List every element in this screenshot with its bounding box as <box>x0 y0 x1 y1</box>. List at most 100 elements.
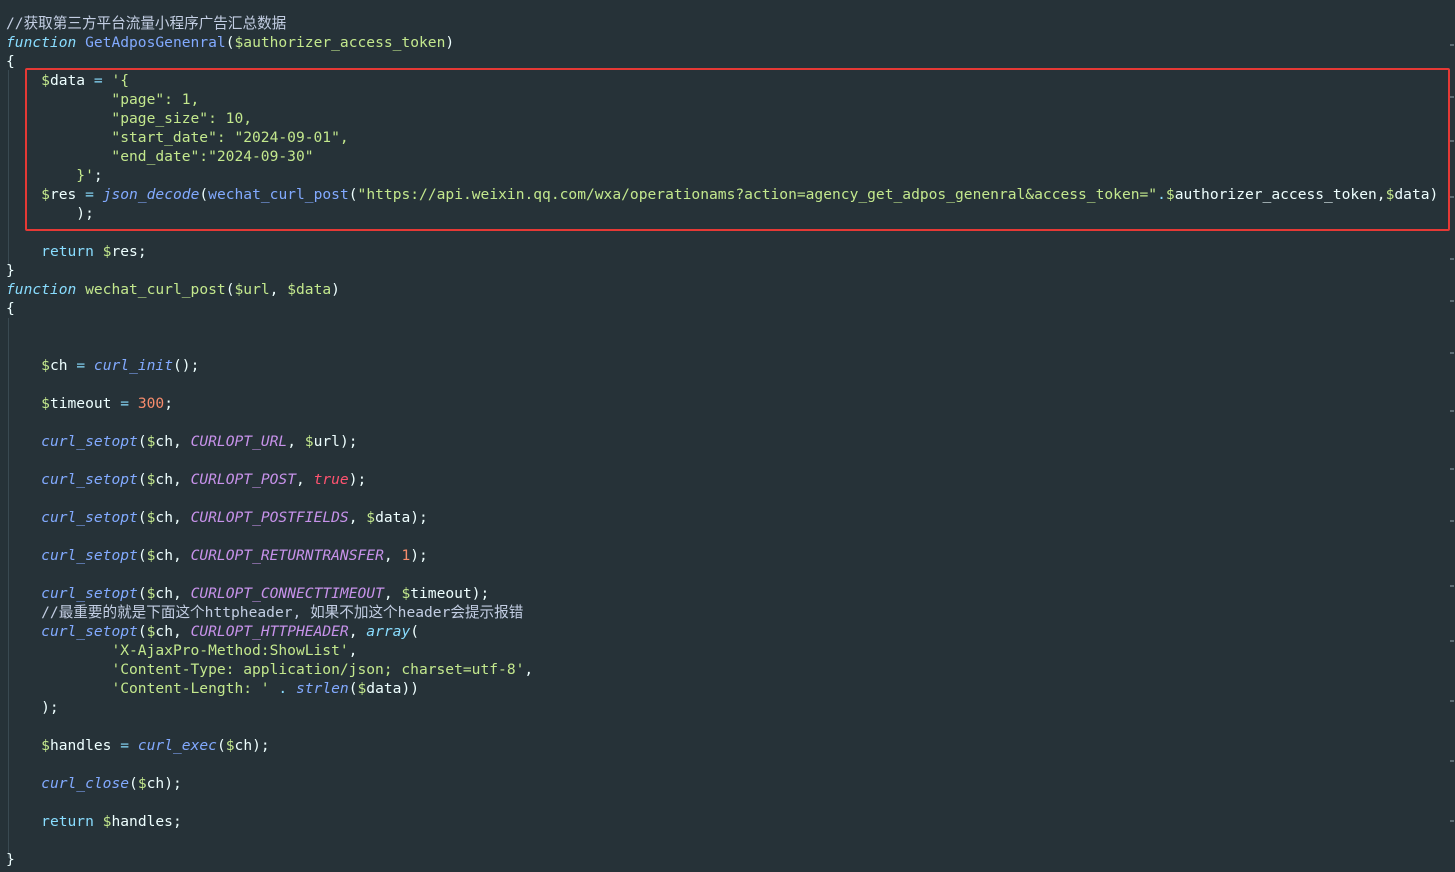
code-line[interactable]: //最重要的就是下面这个httpheader, 如果不加这个header会提示报… <box>6 603 1438 622</box>
scroll-marker <box>1450 760 1454 762</box>
code-token: , <box>524 661 534 678</box>
scroll-marker <box>1450 196 1454 198</box>
code-line[interactable] <box>6 337 1438 356</box>
code-token: data <box>296 281 332 298</box>
code-token: function <box>6 281 77 298</box>
code-line[interactable]: curl_setopt($ch, CURLOPT_POST, true); <box>6 470 1438 489</box>
code-line[interactable]: 'Content-Type: application/json; charset… <box>6 660 1438 679</box>
code-token: CURLOPT_CONNECTTIMEOUT <box>190 585 384 602</box>
code-line[interactable] <box>6 831 1438 850</box>
code-line[interactable]: return $handles; <box>6 812 1438 831</box>
code-token: ch <box>146 775 165 792</box>
code-line[interactable]: curl_setopt($ch, CURLOPT_URL, $url); <box>6 432 1438 451</box>
code-line[interactable]: { <box>6 299 1438 318</box>
code-token: //最重要的就是下面这个httpheader, 如果不加这个header会提示报… <box>6 604 524 621</box>
code-line[interactable]: 'X-AjaxPro-Method:ShowList', <box>6 641 1438 660</box>
code-line[interactable]: curl_setopt($ch, CURLOPT_POSTFIELDS, $da… <box>6 508 1438 527</box>
code-token: 'Content-Type: application/json; charset… <box>111 661 525 678</box>
scroll-marker <box>1450 300 1454 302</box>
code-token: ); <box>471 585 490 602</box>
scroll-marker <box>1450 44 1454 46</box>
code-line[interactable] <box>6 565 1438 584</box>
code-token: , <box>172 471 191 488</box>
code-token: data <box>366 680 402 697</box>
code-token: = <box>120 737 130 754</box>
code-token: ); <box>348 471 367 488</box>
code-line[interactable] <box>6 527 1438 546</box>
code-token: return <box>41 813 94 830</box>
code-token: ( <box>137 623 147 640</box>
code-token: , <box>348 623 367 640</box>
code-token: $ <box>41 737 50 754</box>
code-line[interactable] <box>6 375 1438 394</box>
code-line[interactable]: function GetAdposGenenral($authorizer_ac… <box>6 33 1438 52</box>
code-line[interactable] <box>6 318 1438 337</box>
code-line[interactable]: $ch = curl_init(); <box>6 356 1438 375</box>
code-line[interactable]: curl_setopt($ch, CURLOPT_HTTPHEADER, arr… <box>6 622 1438 641</box>
code-token: , <box>172 623 191 640</box>
code-editor[interactable]: //获取第三方平台流量小程序广告汇总数据 function GetAdposGen… <box>0 0 1455 872</box>
code-token: 300 <box>137 395 165 412</box>
code-token: $ <box>304 433 314 450</box>
code-token: { <box>6 53 15 70</box>
code-token: ( <box>137 471 147 488</box>
code-line[interactable]: curl_close($ch); <box>6 774 1438 793</box>
code-line[interactable]: ); <box>6 698 1438 717</box>
code-line[interactable]: function wechat_curl_post($url, $data) <box>6 280 1438 299</box>
code-line[interactable]: curl_setopt($ch, CURLOPT_RETURNTRANSFER,… <box>6 546 1438 565</box>
code-line[interactable] <box>6 451 1438 470</box>
code-token: ; <box>172 813 182 830</box>
code-line[interactable]: 'Content-Length: ' . strlen($data)) <box>6 679 1438 698</box>
code-token: return <box>41 243 94 260</box>
code-line[interactable]: //获取第三方平台流量小程序广告汇总数据 <box>6 14 1438 33</box>
code-token: ch <box>155 585 173 602</box>
code-line[interactable] <box>6 755 1438 774</box>
code-line[interactable]: $timeout = 300; <box>6 394 1438 413</box>
code-token: curl_setopt <box>41 585 138 602</box>
code-line[interactable]: return $res; <box>6 242 1438 261</box>
code-token: { <box>6 300 15 317</box>
code-token: curl_setopt <box>41 623 138 640</box>
code-token: , <box>348 642 358 659</box>
code-token: CURLOPT_URL <box>190 433 288 450</box>
code-line[interactable] <box>6 717 1438 736</box>
code-token: } <box>6 851 15 868</box>
scroll-marker <box>1450 700 1454 702</box>
code-line[interactable]: $handles = curl_exec($ch); <box>6 736 1438 755</box>
code-token: (); <box>173 357 200 374</box>
code-token: ch <box>49 357 68 374</box>
code-token: ); <box>410 547 428 564</box>
code-token: $ <box>41 357 50 374</box>
scroll-marker <box>1450 140 1454 142</box>
code-token: , <box>172 585 191 602</box>
code-token: ( <box>129 775 138 792</box>
code-line[interactable]: } <box>6 261 1438 280</box>
code-token: data <box>375 509 411 526</box>
code-line[interactable] <box>6 793 1438 812</box>
scrollbar-markers[interactable] <box>1449 0 1455 872</box>
code-token: function <box>6 34 77 51</box>
code-token: , <box>172 509 191 526</box>
code-line[interactable]: curl_setopt($ ch, CURLOPT_CONNECTTIMEOUT,… <box>6 584 1438 603</box>
code-line[interactable] <box>6 413 1438 432</box>
code-token: curl_close <box>41 775 130 792</box>
scroll-marker <box>1450 258 1454 260</box>
code-token: , <box>269 281 288 298</box>
code-token: ch <box>234 737 253 754</box>
code-token: CURLOPT_POST <box>190 471 296 488</box>
code-token: , <box>296 471 314 488</box>
code-line[interactable]: } <box>6 850 1438 869</box>
code-token: url <box>243 281 270 298</box>
code-line[interactable] <box>6 489 1438 508</box>
code-token: curl_setopt <box>41 509 138 526</box>
scroll-marker <box>1450 96 1454 98</box>
